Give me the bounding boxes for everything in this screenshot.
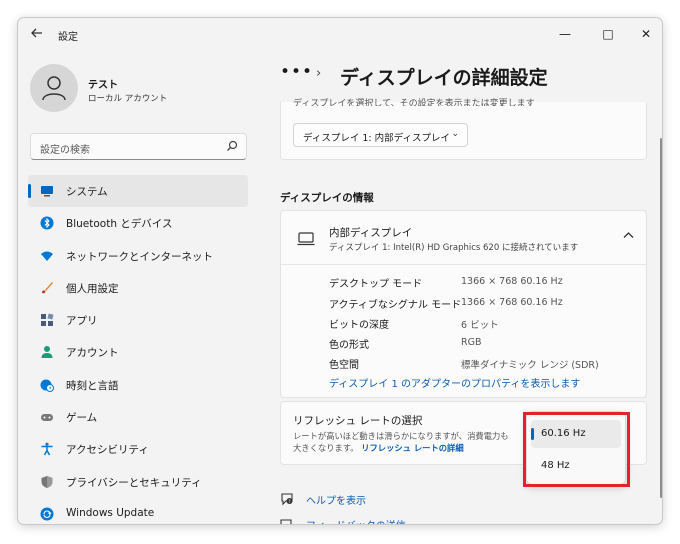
sidebar-item-label: 個人用設定 [66,282,119,295]
display-info-header[interactable]: 内部ディスプレイ ディスプレイ 1: Intel(R) HD Graphics … [281,211,646,265]
wifi-icon [41,251,53,261]
info-row-value: 1366 × 768 60.16 Hz [461,297,563,308]
scrollbar[interactable] [660,138,662,498]
sidebar-item-gaming[interactable]: ゲーム [28,401,248,433]
apps-icon [41,313,54,327]
breadcrumb-overflow-button[interactable]: ••• [280,62,313,82]
display-select-card: ディスプレイを選択して、その設定を表示または変更します ディスプレイ 1: 内部… [280,99,647,160]
user-name: テスト [88,80,118,91]
sidebar-item-system[interactable]: システム [28,175,248,208]
sidebar-item-personalization[interactable]: 個人用設定 [28,272,248,304]
avatar[interactable] [30,64,78,112]
get-help-link[interactable]: ヘルプを表示 [306,492,366,507]
display-select-dropdown[interactable]: ディスプレイ 1: 内部ディスプレイ ⌄ [293,123,468,147]
sidebar-item-label: ゲーム [66,412,98,425]
info-row-label: アクティブなシグナル モード [329,300,462,311]
sidebar-item-privacy[interactable]: プライバシーとセキュリティ [28,466,248,498]
sidebar-item-label: アカウント [66,347,119,360]
display-info-card: 内部ディスプレイ ディスプレイ 1: Intel(R) HD Graphics … [280,210,647,398]
info-row-label: 色空間 [329,360,359,371]
sidebar-nav: システム Bluetooth とデバイス ネットワークとインターネット 個人用設… [28,175,248,524]
close-button[interactable]: ✕ [629,22,662,46]
minimize-button[interactable]: — [548,22,582,46]
refresh-desc-line1: レートが高いほど動きは滑らかになりますが、消費電力も [293,431,509,441]
info-row-value: 1366 × 768 60.16 Hz [461,276,563,287]
feedback-icon [280,519,292,524]
info-row-value: 標準ダイナミック レンジ (SDR) [461,360,599,371]
sidebar-item-apps[interactable]: アプリ [28,304,248,336]
highlight-annotation-box [523,412,630,487]
update-icon [40,507,54,521]
sidebar-item-accounts[interactable]: アカウント [28,336,248,368]
sidebar-item-network[interactable]: ネットワークとインターネット [28,240,248,272]
app-title: 設定 [58,32,78,43]
page-title: ディスプレイの詳細設定 [340,67,548,89]
sidebar-item-bluetooth[interactable]: Bluetooth とデバイス [28,207,248,239]
search-icon [227,140,238,151]
sidebar-item-label: アプリ [66,315,98,328]
accessibility-icon [41,442,53,456]
adapter-properties-link[interactable]: ディスプレイ 1 のアダプターのプロパティを表示します [329,375,580,390]
display-adapter-info: ディスプレイ 1: Intel(R) HD Graphics 620 に接続され… [329,243,579,253]
back-arrow-icon[interactable] [28,26,46,44]
info-row-label: 色の形式 [329,340,369,351]
breadcrumb-separator: › [316,66,322,81]
sidebar-item-label: プライバシーとセキュリティ [66,476,202,489]
account-type: ローカル アカウント [88,94,168,104]
info-row-value: RGB [461,337,482,348]
display-info-heading: ディスプレイの情報 [280,192,374,204]
sidebar-item-label: アクセシビリティ [66,444,149,457]
chevron-up-icon[interactable] [623,229,634,242]
search-placeholder: 設定の検索 [40,145,90,156]
sidebar-item-label: ネットワークとインターネット [66,250,213,263]
sidebar-item-time-language[interactable]: 時刻と言語 [28,369,248,401]
refresh-rate-description: レートが高いほど動きは滑らかになりますが、消費電力も 大きくなります。 リフレッ… [293,430,518,454]
chevron-down-icon: ⌄ [451,129,459,139]
display-select-value: ディスプレイ 1: 内部ディスプレイ [303,133,450,144]
sidebar-item-windows-update[interactable]: Windows Update [28,498,248,524]
refresh-desc-line2: 大きくなります。 [293,443,359,453]
info-row-label: ビットの深度 [329,320,389,331]
sidebar-item-label: システム [66,186,108,198]
display-name: 内部ディスプレイ [329,227,413,239]
sidebar-item-accessibility[interactable]: アクセシビリティ [28,433,248,465]
sidebar-item-label: Windows Update [66,506,155,519]
help-icon: ? [281,493,293,506]
display-select-description: ディスプレイを選択して、その設定を表示または変更します [293,99,535,106]
brush-icon [42,281,53,294]
person-icon [42,76,66,101]
bluetooth-icon [40,216,54,230]
monitor-icon [41,186,53,197]
info-row-value: 6 ビット [461,320,499,331]
globe-clock-icon [40,379,54,392]
monitor-icon [297,232,315,246]
person-icon [41,346,53,359]
title-bar: 設定 — □ ✕ [18,18,662,52]
sidebar-item-label: Bluetooth とデバイス [66,218,173,231]
feedback-link[interactable]: フィードバックの送信 [306,517,406,524]
gamepad-icon [41,414,53,422]
shield-icon [41,475,53,488]
info-row-label: デスクトップ モード [329,279,423,290]
refresh-rate-title: リフレッシュ レートの選択 [293,415,423,427]
refresh-rate-details-link[interactable]: リフレッシュ レートの詳細 [361,443,463,453]
sidebar-item-label: 時刻と言語 [66,379,119,392]
search-input[interactable]: 設定の検索 [30,133,247,160]
settings-window: 設定 — □ ✕ テスト ローカル アカウント 設定の検索 システム Bluet… [17,17,663,525]
maximize-button[interactable]: □ [591,22,625,46]
